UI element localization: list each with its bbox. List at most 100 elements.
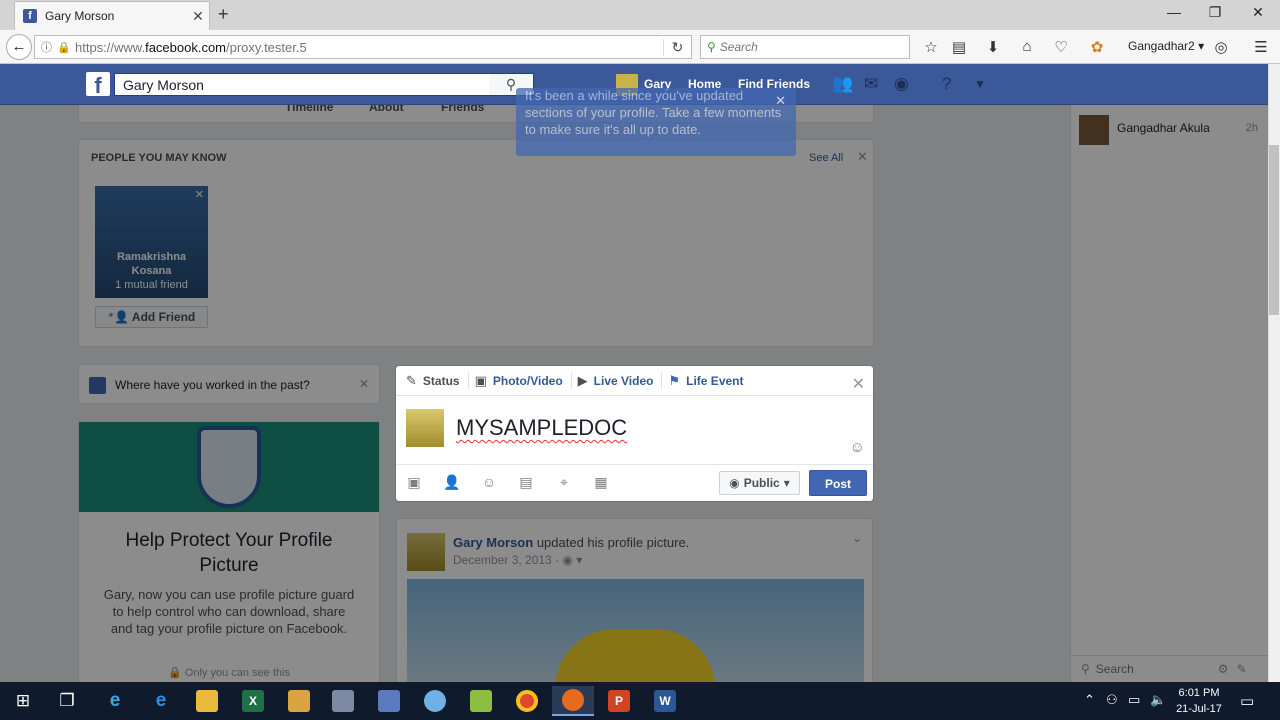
- calendar-icon[interactable]: ▦: [591, 474, 611, 491]
- tab-status-label: Status: [422, 373, 460, 388]
- reload-icon[interactable]: ↻: [663, 38, 691, 56]
- hamburger-menu-icon[interactable]: ☰: [1250, 38, 1272, 56]
- friend-requests-icon[interactable]: 👥: [832, 74, 853, 94]
- tray-network-icon[interactable]: ⚇: [1106, 692, 1118, 708]
- tab-life-event[interactable]: ⚑ Life Event: [668, 373, 751, 389]
- volume-icon[interactable]: 🔈: [1150, 692, 1166, 708]
- camera-icon: ▣: [474, 372, 487, 388]
- tab-title: Gary Morson: [45, 9, 115, 23]
- messenger-icon[interactable]: ✉: [864, 74, 878, 94]
- tray-expand-icon[interactable]: ⌃: [1084, 692, 1095, 708]
- taskbar-app-1[interactable]: [278, 686, 320, 716]
- taskbar-network-app[interactable]: [368, 686, 410, 716]
- status-composer: ✎ Status ▣ Photo/Video ▶ Live Video ⚑ Life E…: [396, 366, 873, 501]
- tab-status[interactable]: ✎ Status: [406, 372, 469, 389]
- pocket-icon[interactable]: ♡: [1050, 38, 1072, 56]
- app-icon: [424, 690, 446, 712]
- home-icon[interactable]: ⌂: [1016, 38, 1038, 55]
- powerpoint-icon: P: [608, 690, 630, 712]
- firefox-icon: [562, 689, 584, 711]
- windows-logo-icon: ⊞: [15, 691, 31, 710]
- start-button[interactable]: ⊞: [2, 686, 44, 716]
- add-photo-icon[interactable]: ▣: [404, 474, 424, 491]
- composer-body[interactable]: MYSAMPLEDOC ☺: [396, 397, 873, 463]
- composer-text-input[interactable]: MYSAMPLEDOC: [456, 415, 627, 441]
- extension-icon[interactable]: ✿: [1086, 38, 1108, 56]
- close-tab-icon[interactable]: ✕: [187, 8, 209, 25]
- taskbar-explorer[interactable]: [186, 686, 228, 716]
- facebook-search-box[interactable]: ⚲: [114, 73, 534, 96]
- network-app-icon: [378, 690, 400, 712]
- app-icon: [288, 690, 310, 712]
- sticker-icon[interactable]: ▤: [516, 474, 536, 491]
- internet-explorer-icon: e: [109, 690, 121, 711]
- url-bar[interactable]: ⓘ 🔒 https://www.facebook.com/proxy.teste…: [34, 35, 692, 59]
- tooltip-close-icon[interactable]: ✕: [775, 92, 786, 109]
- taskbar-powerpoint[interactable]: P: [598, 686, 640, 716]
- profile-update-tooltip[interactable]: It's been a while since you've updated s…: [516, 88, 796, 156]
- search-engine-icon: ⚲: [707, 40, 716, 54]
- feeling-icon[interactable]: ☺: [479, 474, 499, 490]
- url-path: /proxy.tester.5: [226, 39, 307, 55]
- bookmark-star-icon[interactable]: ☆: [920, 38, 942, 56]
- url-text[interactable]: https://www.facebook.com/proxy.tester.5: [71, 40, 663, 55]
- emoji-icon[interactable]: ☺: [850, 439, 865, 456]
- window-close-icon[interactable]: ✕: [1244, 4, 1272, 21]
- browser-tab-bar: f Gary Morson ✕ + — ❐ ✕: [0, 0, 1280, 30]
- minimize-icon[interactable]: —: [1160, 4, 1188, 20]
- taskbar-edge[interactable]: e: [140, 686, 182, 716]
- browser-tab[interactable]: f Gary Morson ✕: [14, 1, 210, 30]
- taskbar-app-3[interactable]: [414, 686, 456, 716]
- word-icon: W: [654, 690, 676, 712]
- reading-list-icon[interactable]: ▤: [948, 38, 970, 56]
- maximize-icon[interactable]: ❐: [1201, 4, 1229, 21]
- tooltip-text: It's been a while since you've updated s…: [525, 88, 782, 137]
- composer-close-icon[interactable]: ✕: [852, 374, 865, 394]
- location-pin-icon[interactable]: ⌖: [554, 474, 574, 491]
- facebook-logo-icon[interactable]: f: [86, 72, 110, 98]
- tab-live-video[interactable]: ▶ Live Video: [577, 372, 663, 389]
- taskbar-firefox[interactable]: [552, 686, 594, 716]
- url-domain: facebook.com: [145, 39, 227, 55]
- back-button[interactable]: ←: [6, 34, 32, 60]
- account-menu-chevron-icon[interactable]: ▼: [974, 77, 986, 91]
- tab-life-label: Life Event: [686, 373, 744, 388]
- flag-icon: ⚑: [668, 372, 681, 388]
- action-center-icon[interactable]: ▭: [1240, 692, 1254, 710]
- composer-tabs: ✎ Status ▣ Photo/Video ▶ Live Video ⚑ Life E…: [396, 366, 873, 396]
- new-tab-icon[interactable]: +: [218, 4, 229, 25]
- clock-time: 6:01 PM: [1178, 687, 1220, 699]
- downloads-icon[interactable]: ⬇: [982, 38, 1004, 56]
- taskbar-app-4[interactable]: [460, 686, 502, 716]
- taskbar-clock[interactable]: 6:01 PM 21-Jul-17: [1168, 685, 1230, 717]
- scrollbar-thumb[interactable]: [1269, 145, 1279, 315]
- tab-photo-video[interactable]: ▣ Photo/Video: [474, 372, 572, 389]
- dropdown-caret-icon: ▾: [783, 476, 790, 490]
- sync-icon[interactable]: ◎: [1210, 38, 1232, 56]
- audience-selector[interactable]: ◉ Public ▾: [719, 471, 800, 495]
- pencil-icon: ✎: [406, 372, 417, 388]
- taskbar-word[interactable]: W: [644, 686, 686, 716]
- taskbar-chrome[interactable]: [506, 686, 548, 716]
- video-camera-icon: ▶: [577, 372, 588, 388]
- notifications-globe-icon[interactable]: ◉: [894, 74, 909, 94]
- browser-profile-name[interactable]: Gangadhar2 ▾: [1128, 39, 1204, 53]
- taskbar-excel[interactable]: X: [232, 686, 274, 716]
- lock-icon: 🔒: [57, 41, 71, 54]
- clock-date: 21-Jul-17: [1176, 703, 1222, 715]
- task-view-button[interactable]: ❐: [46, 686, 88, 716]
- tray-display-icon[interactable]: ▭: [1128, 692, 1140, 708]
- taskbar-ie[interactable]: e: [94, 686, 136, 716]
- post-button[interactable]: Post: [809, 470, 867, 496]
- facebook-search-input[interactable]: [115, 76, 489, 93]
- tag-friends-icon[interactable]: 👤: [442, 474, 462, 491]
- taskbar-app-2[interactable]: [322, 686, 364, 716]
- composer-avatar: [406, 409, 444, 447]
- excel-icon: X: [242, 690, 264, 712]
- tab-photo-label: Photo/Video: [492, 373, 563, 388]
- browser-search-input[interactable]: [719, 40, 900, 54]
- browser-nav-bar: ← ⓘ 🔒 https://www.facebook.com/proxy.tes…: [0, 30, 1280, 64]
- info-icon[interactable]: ⓘ: [41, 39, 57, 55]
- help-icon[interactable]: ?: [942, 74, 951, 94]
- browser-search-bar[interactable]: ⚲: [700, 35, 910, 59]
